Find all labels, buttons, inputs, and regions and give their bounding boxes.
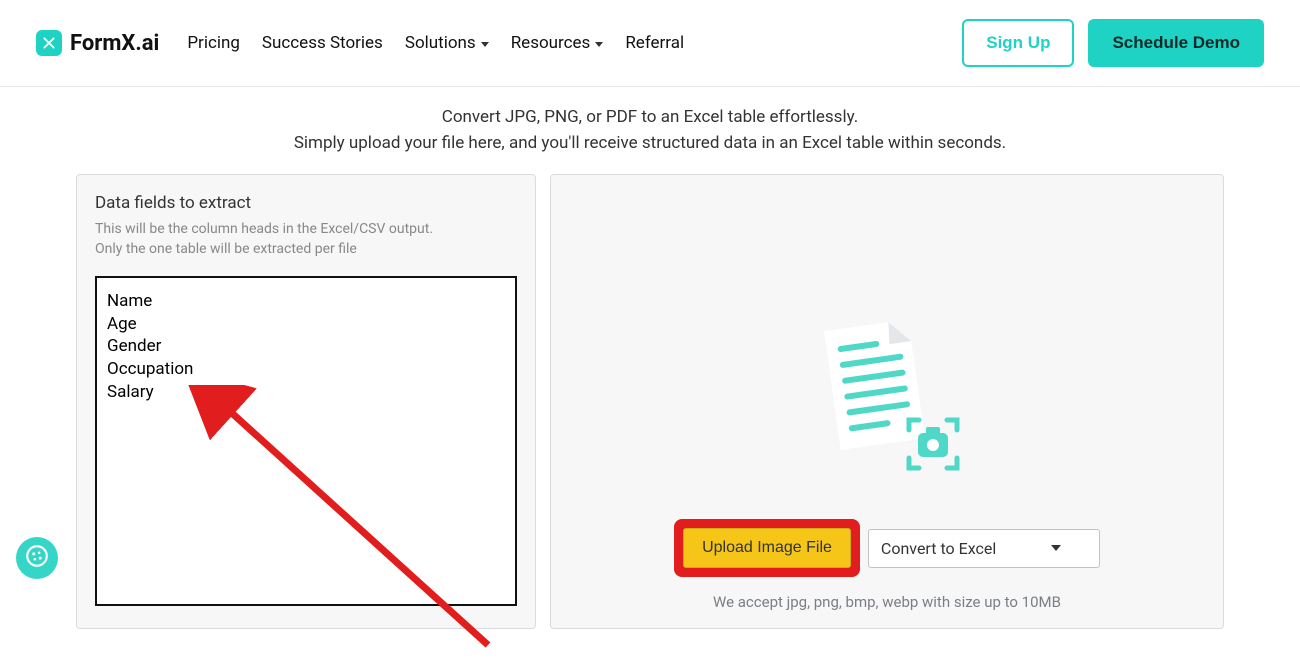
upload-panel: Upload Image File Convert to Excel We ac… bbox=[550, 174, 1224, 629]
chevron-down-icon bbox=[1051, 545, 1061, 551]
hero-line-1: Convert JPG, PNG, or PDF to an Excel tab… bbox=[0, 105, 1300, 131]
fields-panel: Data fields to extract This will be the … bbox=[76, 174, 536, 629]
main-columns: Data fields to extract This will be the … bbox=[76, 174, 1224, 629]
hero-text: Convert JPG, PNG, or PDF to an Excel tab… bbox=[0, 105, 1300, 156]
nav-resources[interactable]: Resources bbox=[511, 33, 604, 53]
hero-line-2: Simply upload your file here, and you'll… bbox=[0, 131, 1300, 157]
fields-title: Data fields to extract bbox=[95, 193, 517, 213]
cookie-settings-button[interactable] bbox=[16, 537, 58, 579]
fields-textarea[interactable] bbox=[95, 276, 517, 606]
fields-hint: This will be the column heads in the Exc… bbox=[95, 219, 517, 260]
upload-accept-note: We accept jpg, png, bmp, webp with size … bbox=[713, 593, 1061, 611]
logo[interactable]: FormX.ai bbox=[36, 30, 159, 56]
upload-image-button[interactable]: Upload Image File bbox=[683, 528, 851, 568]
sign-up-button[interactable]: Sign Up bbox=[962, 19, 1074, 67]
document-scan-illustration bbox=[812, 315, 962, 485]
nav-referral[interactable]: Referral bbox=[625, 33, 684, 53]
chevron-down-icon bbox=[595, 42, 603, 47]
convert-format-label: Convert to Excel bbox=[881, 539, 996, 558]
logo-icon bbox=[36, 30, 62, 56]
header: FormX.ai Pricing Success Stories Solutio… bbox=[0, 0, 1300, 87]
nav: Pricing Success Stories Solutions Resour… bbox=[187, 33, 684, 53]
logo-text: FormX.ai bbox=[70, 31, 159, 56]
convert-format-select[interactable]: Convert to Excel bbox=[868, 529, 1100, 568]
nav-pricing[interactable]: Pricing bbox=[187, 33, 240, 53]
chevron-down-icon bbox=[481, 42, 489, 47]
upload-row: Upload Image File Convert to Excel bbox=[674, 519, 1100, 577]
upload-button-highlight: Upload Image File bbox=[674, 519, 860, 577]
cookie-icon bbox=[24, 543, 50, 573]
schedule-demo-button[interactable]: Schedule Demo bbox=[1088, 19, 1264, 67]
nav-solutions[interactable]: Solutions bbox=[405, 33, 489, 53]
nav-success-stories[interactable]: Success Stories bbox=[262, 33, 383, 53]
